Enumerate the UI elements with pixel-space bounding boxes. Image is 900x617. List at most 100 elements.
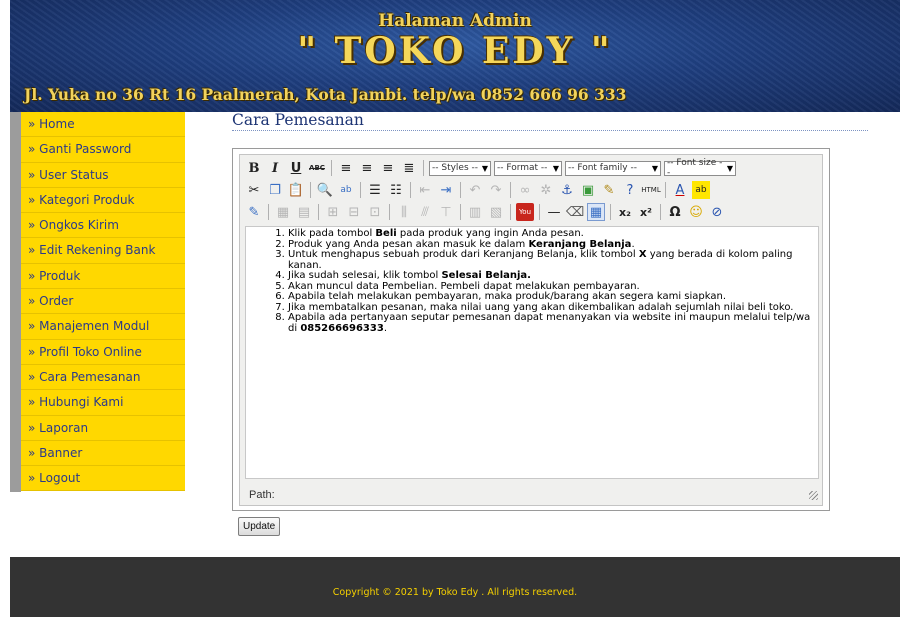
youtube-icon[interactable]: You — [516, 203, 534, 221]
table-props-icon[interactable]: ▤ — [295, 203, 313, 221]
link-icon[interactable]: ∞ — [516, 181, 534, 199]
visual-aid-icon[interactable]: ▦ — [587, 203, 605, 221]
step-text: Produk yang Anda pesan akan masuk ke dal… — [288, 238, 529, 250]
italic-icon[interactable]: I — [266, 159, 284, 177]
sidebar-item-ongkos-kirim[interactable]: » Ongkos Kirim — [21, 213, 185, 239]
delete-row-icon[interactable]: ⊟ — [345, 203, 363, 221]
sidebar-item-user-status[interactable]: » User Status — [21, 162, 185, 188]
cleanup-icon[interactable]: ✎ — [600, 181, 618, 199]
horizontal-rule-icon[interactable]: — — [545, 203, 563, 221]
sidebar-nav: » Home » Ganti Password » User Status » … — [21, 112, 185, 492]
replace-icon[interactable]: ab — [337, 181, 355, 199]
styles-select[interactable]: -- Styles -- ▼ — [429, 160, 491, 176]
special-char-icon[interactable]: Ω — [666, 203, 684, 221]
banner-address: Jl. Yuka no 36 Rt 16 Paalmerah, Kota Jam… — [24, 85, 627, 104]
sidebar-item-profil-toko-online[interactable]: » Profil Toko Online — [21, 339, 185, 365]
edit-css-icon[interactable]: ✎ — [245, 203, 263, 221]
align-left-icon[interactable]: ≡ — [337, 159, 355, 177]
toolbar-separator — [539, 204, 540, 220]
sidebar-item-ganti-password[interactable]: » Ganti Password — [21, 137, 185, 163]
align-center-icon[interactable]: ≡ — [358, 159, 376, 177]
image-icon[interactable]: ▣ — [579, 181, 597, 199]
row-props-icon[interactable]: ▧ — [487, 203, 505, 221]
table-icon[interactable]: ▦ — [274, 203, 292, 221]
outdent-icon[interactable]: ⇤ — [416, 181, 434, 199]
sidebar-item-logout[interactable]: » Logout — [21, 466, 185, 492]
toolbar-separator — [660, 204, 661, 220]
redo-icon[interactable]: ↷ — [487, 181, 505, 199]
media-icon[interactable]: ⊘ — [708, 203, 726, 221]
undo-icon[interactable]: ↶ — [466, 181, 484, 199]
cell-props-icon[interactable]: ▥ — [466, 203, 484, 221]
text-color-icon[interactable]: A — [671, 181, 689, 199]
styles-select-label: -- Styles -- — [432, 163, 479, 173]
step-text-bold: X — [638, 249, 647, 260]
help-icon[interactable]: ? — [621, 181, 639, 199]
emoticon-icon[interactable]: ☺ — [687, 203, 705, 221]
numbered-list-icon[interactable]: ☷ — [387, 181, 405, 199]
bold-icon[interactable]: B — [245, 159, 263, 177]
toolbar-separator — [318, 204, 319, 220]
sidebar-item-edit-rekening-bank[interactable]: » Edit Rekening Bank — [21, 238, 185, 264]
step-text-bold: Selesai Belanja. — [441, 270, 531, 281]
font-family-select-label: -- Font family -- — [568, 163, 637, 173]
superscript-icon[interactable]: x² — [637, 203, 655, 221]
toolbar-separator — [389, 204, 390, 220]
sidebar-item-banner[interactable]: » Banner — [21, 440, 185, 467]
split-cells-icon[interactable]: ⊤ — [437, 203, 455, 221]
highlight-color-icon[interactable]: ab — [692, 181, 710, 199]
copy-icon[interactable]: ❐ — [266, 181, 284, 199]
step-text-bold: 085266696333 — [300, 322, 384, 334]
sidebar-item-manajemen-modul[interactable]: » Manajemen Modul — [21, 314, 185, 340]
format-select[interactable]: -- Format -- ▼ — [494, 160, 562, 176]
banner-subtitle: Halaman Admin — [378, 11, 532, 31]
find-icon[interactable]: 🔍 — [316, 181, 334, 199]
sidebar-item-produk[interactable]: » Produk — [21, 263, 185, 290]
step-text: . — [383, 322, 387, 334]
font-size-select[interactable]: -- Font size -- ▼ — [664, 158, 736, 178]
sidebar-item-cara-pemesanan[interactable]: » Cara Pemesanan — [21, 364, 185, 391]
toolbar-row-3: ✎ ▦ ▤ ⊞ ⊟ ⊡ ⫼ ⫻ ⊤ ▥ ▧ You — ⌫ ▦ x₂ x² Ω — [245, 201, 726, 223]
list-item: Untuk menghapus sebuah produk dari Keran… — [288, 249, 818, 271]
toolbar-separator — [460, 182, 461, 198]
toolbar-separator — [460, 204, 461, 220]
strikethrough-icon[interactable]: ABC — [308, 159, 326, 177]
format-select-label: -- Format -- — [497, 163, 548, 173]
underline-icon[interactable]: U — [287, 159, 305, 177]
eraser-icon[interactable]: ⌫ — [566, 203, 584, 221]
sidebar-item-kategori-produk[interactable]: » Kategori Produk — [21, 187, 185, 214]
footer: Copyright © 2021 by Toko Edy . All right… — [10, 557, 900, 617]
ordering-steps-list: Klik pada tombol Beli pada produk yang i… — [246, 228, 818, 334]
sidebar-item-hubungi-kami[interactable]: » Hubungi Kami — [21, 390, 185, 416]
subscript-icon[interactable]: x₂ — [616, 203, 634, 221]
step-text: Akan muncul data Pembelian. Pembeli dapa… — [288, 280, 640, 292]
step-text: Jika sudah selesai, klik tombol — [288, 270, 442, 281]
align-right-icon[interactable]: ≡ — [379, 159, 397, 177]
bullet-list-icon[interactable]: ☰ — [366, 181, 384, 199]
sidebar-item-laporan[interactable]: » Laporan — [21, 415, 185, 441]
indent-icon[interactable]: ⇥ — [437, 181, 455, 199]
sidebar-item-home[interactable]: » Home — [21, 112, 185, 138]
step-text: Apabila telah melakukan pembayaran, maka… — [288, 291, 727, 302]
chevron-down-icon: ▼ — [651, 163, 658, 173]
resize-handle-icon[interactable] — [809, 491, 818, 500]
paste-icon[interactable]: 📋 — [287, 181, 305, 199]
unlink-icon[interactable]: ✲ — [537, 181, 555, 199]
html-source-icon[interactable]: HTML — [641, 181, 660, 199]
editor-content-area[interactable]: Klik pada tombol Beli pada produk yang i… — [245, 226, 819, 479]
update-button[interactable]: Update — [238, 517, 281, 536]
merge-cells-icon[interactable]: ⊡ — [366, 203, 384, 221]
insert-row-icon[interactable]: ⊞ — [324, 203, 342, 221]
delete-col-icon[interactable]: ⫻ — [416, 203, 434, 221]
sidebar-item-order[interactable]: » Order — [21, 289, 185, 315]
font-family-select[interactable]: -- Font family -- ▼ — [565, 160, 661, 176]
cut-icon[interactable]: ✂ — [245, 181, 263, 199]
toolbar-row-1: B I U ABC ≡ ≡ ≡ ≣ -- Styles -- ▼ -- Form… — [245, 157, 736, 179]
anchor-icon[interactable]: ⚓ — [558, 181, 576, 199]
align-justify-icon[interactable]: ≣ — [400, 159, 418, 177]
insert-col-icon[interactable]: ⫼ — [395, 203, 413, 221]
step-text: pada produk yang ingin Anda pesan. — [396, 228, 584, 239]
footer-copyright: Copyright © 2021 by Toko Edy . All right… — [332, 587, 578, 598]
step-text: Untuk menghapus sebuah produk dari Keran… — [288, 249, 639, 260]
toolbar-separator — [510, 204, 511, 220]
